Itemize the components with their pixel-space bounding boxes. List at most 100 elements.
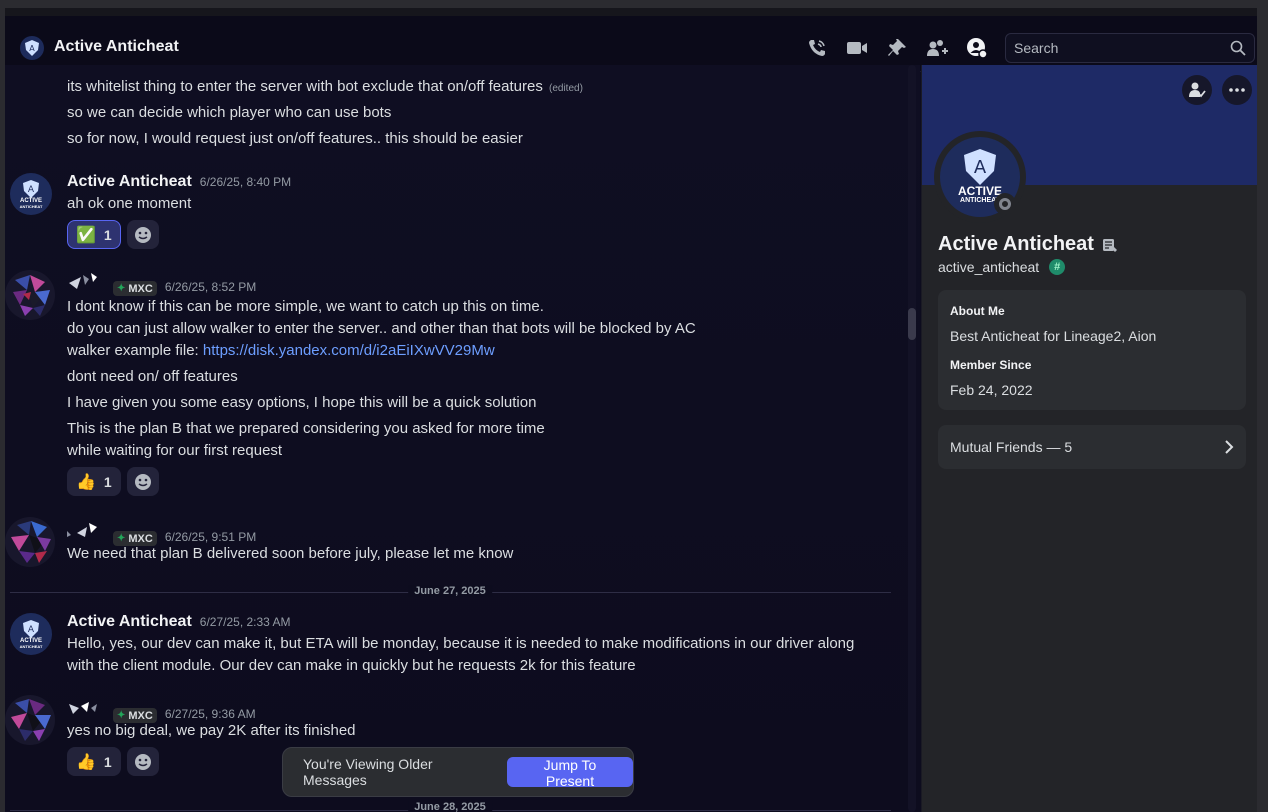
reaction-thumbs-up[interactable]: 👍 1 xyxy=(67,467,121,496)
more-dots-icon xyxy=(1229,88,1245,92)
channel-avatar[interactable]: A xyxy=(20,36,44,60)
add-reaction-button[interactable] xyxy=(126,220,159,249)
discord-window: A Active Anticheat its whit xyxy=(5,8,1257,812)
smiley-icon xyxy=(134,753,151,770)
profile-display-name: Active Anticheat xyxy=(938,233,1118,256)
message-text: do you can just allow walker to enter th… xyxy=(67,320,696,337)
reaction-count: 1 xyxy=(103,473,112,490)
timestamp: 6/26/25, 8:40 PM xyxy=(199,175,292,189)
user-profile-icon[interactable] xyxy=(965,36,989,60)
phone-call-icon[interactable] xyxy=(805,36,829,60)
scrollbar-track[interactable] xyxy=(908,65,916,812)
message-header: Active Anticheat 6/27/25, 2:33 AM xyxy=(67,613,291,631)
avatar-label: ACTIVE xyxy=(957,184,1002,198)
geometric-avatar-icon xyxy=(13,275,50,316)
search-icon[interactable] xyxy=(1230,40,1246,61)
svg-text:A: A xyxy=(29,44,35,53)
thumbs-up-emoji-icon: 👍 xyxy=(76,473,96,491)
search-box[interactable] xyxy=(1005,33,1255,63)
guild-tag[interactable]: ✦ MXC xyxy=(113,281,157,296)
svg-text:A: A xyxy=(28,185,35,195)
member-since-heading: Member Since xyxy=(950,358,1032,372)
edited-label: (edited) xyxy=(549,83,583,94)
shield-icon: A xyxy=(23,179,39,198)
author-name[interactable]: Active Anticheat xyxy=(67,613,192,631)
date-divider-label: June 28, 2025 xyxy=(408,801,492,812)
guild-tag-label: MXC xyxy=(128,532,153,545)
author-name[interactable]: Active Anticheat xyxy=(67,173,192,191)
about-me-heading: About Me xyxy=(950,304,1005,318)
mutual-friends-label: Mutual Friends — 5 xyxy=(950,439,1073,455)
geometric-avatar-icon xyxy=(11,521,51,563)
member-since-date: Feb 24, 2022 xyxy=(950,382,1033,398)
username-image-icon[interactable] xyxy=(67,523,105,541)
geometric-avatar-icon xyxy=(11,699,51,741)
message-header: Active Anticheat 6/26/25, 8:40 PM xyxy=(67,173,291,191)
date-divider-label: June 27, 2025 xyxy=(408,585,492,597)
avatar[interactable]: A ACTIVE ANTICHEAT xyxy=(10,173,52,215)
scrollbar-thumb[interactable] xyxy=(908,308,916,340)
guild-tag[interactable]: ✦ MXC xyxy=(113,531,157,546)
video-call-icon[interactable] xyxy=(845,36,869,60)
svg-text:A: A xyxy=(28,625,35,635)
smiley-icon xyxy=(134,226,151,243)
reaction-checkmark[interactable]: ✅ 1 xyxy=(67,220,121,249)
older-messages-bar: You're Viewing Older Messages Jump To Pr… xyxy=(282,747,634,797)
message-header: ✦ MXC 6/26/25, 8:52 PM xyxy=(67,273,256,296)
avatar-label: ANTICHEAT xyxy=(19,643,43,649)
window-top-strip xyxy=(5,8,1257,16)
reaction-row: 👍 1 xyxy=(67,747,159,776)
chevron-right-icon xyxy=(1225,440,1234,454)
timestamp: 6/26/25, 8:52 PM xyxy=(164,280,257,294)
smiley-icon xyxy=(134,473,151,490)
friend-status-button[interactable] xyxy=(1182,75,1212,105)
avatar[interactable] xyxy=(5,695,55,745)
message-text: This is the plan B that we prepared cons… xyxy=(67,420,545,437)
hashtag-badge-icon[interactable]: # xyxy=(1049,259,1066,275)
shield-icon: A xyxy=(964,149,996,185)
avatar[interactable]: A ACTIVE ANTICHEAT xyxy=(10,613,52,655)
friend-check-icon xyxy=(1189,82,1206,98)
timestamp: 6/27/25, 9:36 AM xyxy=(164,707,256,721)
avatar[interactable] xyxy=(5,517,55,567)
message-text: We need that plan B delivered soon befor… xyxy=(67,545,514,562)
message-text: Hello, yes, our dev can make it, but ETA… xyxy=(67,635,855,652)
mutual-friends-row[interactable]: Mutual Friends — 5 xyxy=(938,425,1246,469)
pin-icon[interactable] xyxy=(885,36,909,60)
message-header: ✦ MXC 6/26/25, 9:51 PM xyxy=(67,523,256,546)
search-input[interactable] xyxy=(1014,40,1214,56)
thumbs-up-emoji-icon: 👍 xyxy=(76,753,96,771)
username-image-icon[interactable] xyxy=(67,700,105,718)
channel-header: A Active Anticheat xyxy=(5,16,1257,72)
message-text: while waiting for our first request xyxy=(67,442,283,459)
message-link[interactable]: https://disk.yandex.com/d/i2aEiIXwVV29Mw xyxy=(203,342,495,359)
message-text: I have given you some easy options, I ho… xyxy=(67,394,537,411)
message-text: so for now, I would request just on/off … xyxy=(67,130,523,147)
check-emoji-icon: ✅ xyxy=(76,226,96,244)
add-reaction-button[interactable] xyxy=(126,747,159,776)
timestamp: 6/26/25, 9:51 PM xyxy=(164,530,257,544)
avatar[interactable] xyxy=(5,270,55,320)
note-icon[interactable] xyxy=(1102,237,1118,253)
timestamp: 6/27/25, 2:33 AM xyxy=(199,615,291,629)
reaction-row: 👍 1 xyxy=(67,467,159,496)
about-card: About Me Best Anticheat for Lineage2, Ai… xyxy=(938,290,1246,410)
more-options-button[interactable] xyxy=(1222,75,1252,105)
add-reaction-button[interactable] xyxy=(126,467,159,496)
username-image-icon[interactable] xyxy=(67,273,105,291)
profile-username: active_anticheat # xyxy=(938,259,1066,275)
username-text: active_anticheat xyxy=(938,259,1040,275)
channel-title: Active Anticheat xyxy=(54,38,179,55)
offline-status-icon xyxy=(994,193,1016,215)
add-friend-icon[interactable] xyxy=(925,36,949,60)
about-me-text: Best Anticheat for Lineage2, Aion xyxy=(950,328,1157,344)
guild-tag[interactable]: ✦ MXC xyxy=(113,708,157,723)
shield-icon: A xyxy=(25,40,39,56)
message-line: its whitelist thing to enter the server … xyxy=(67,78,543,95)
jump-to-present-button[interactable]: Jump To Present xyxy=(506,757,633,789)
message-text: dont need on/ off features xyxy=(67,368,238,385)
display-name-text: Active Anticheat xyxy=(938,233,1094,255)
message-header: ✦ MXC 6/27/25, 9:36 AM xyxy=(67,700,256,723)
reaction-row: ✅ 1 xyxy=(67,220,159,249)
reaction-thumbs-up[interactable]: 👍 1 xyxy=(67,747,121,776)
